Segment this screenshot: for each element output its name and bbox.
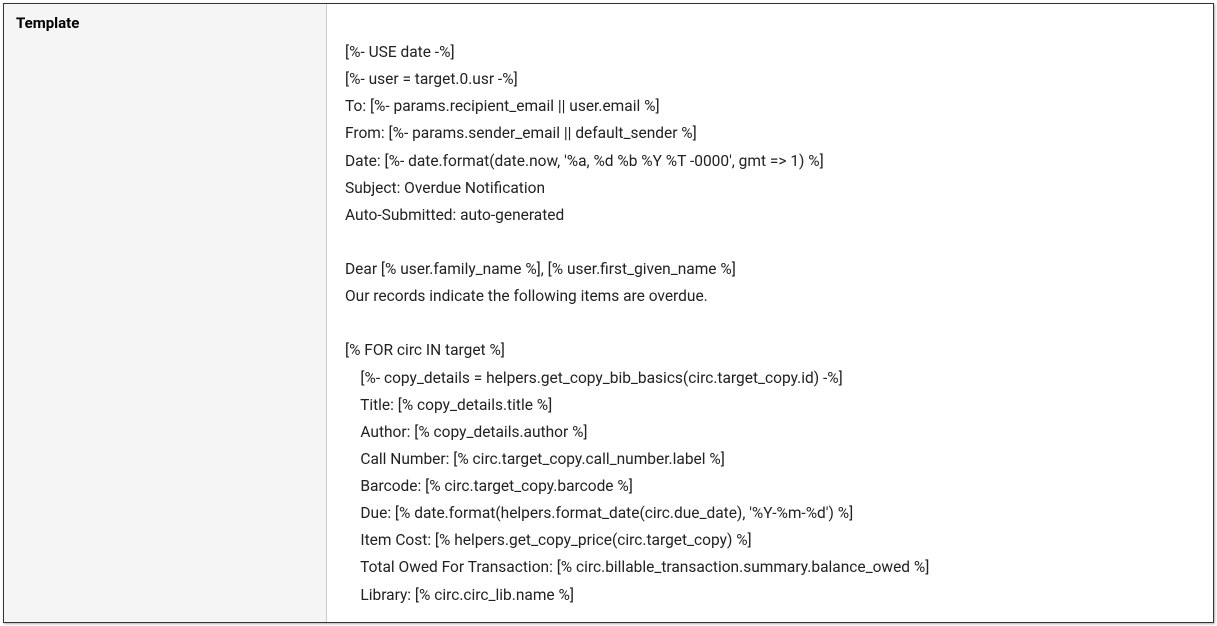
field-label: Template [16,14,314,32]
label-column: Template [4,4,327,622]
content-column: [%- USE date -%] [%- user = target.0.usr… [327,4,1213,622]
template-body: [%- USE date -%] [%- user = target.0.usr… [345,39,1195,622]
template-panel: Template [%- USE date -%] [%- user = tar… [3,3,1214,623]
